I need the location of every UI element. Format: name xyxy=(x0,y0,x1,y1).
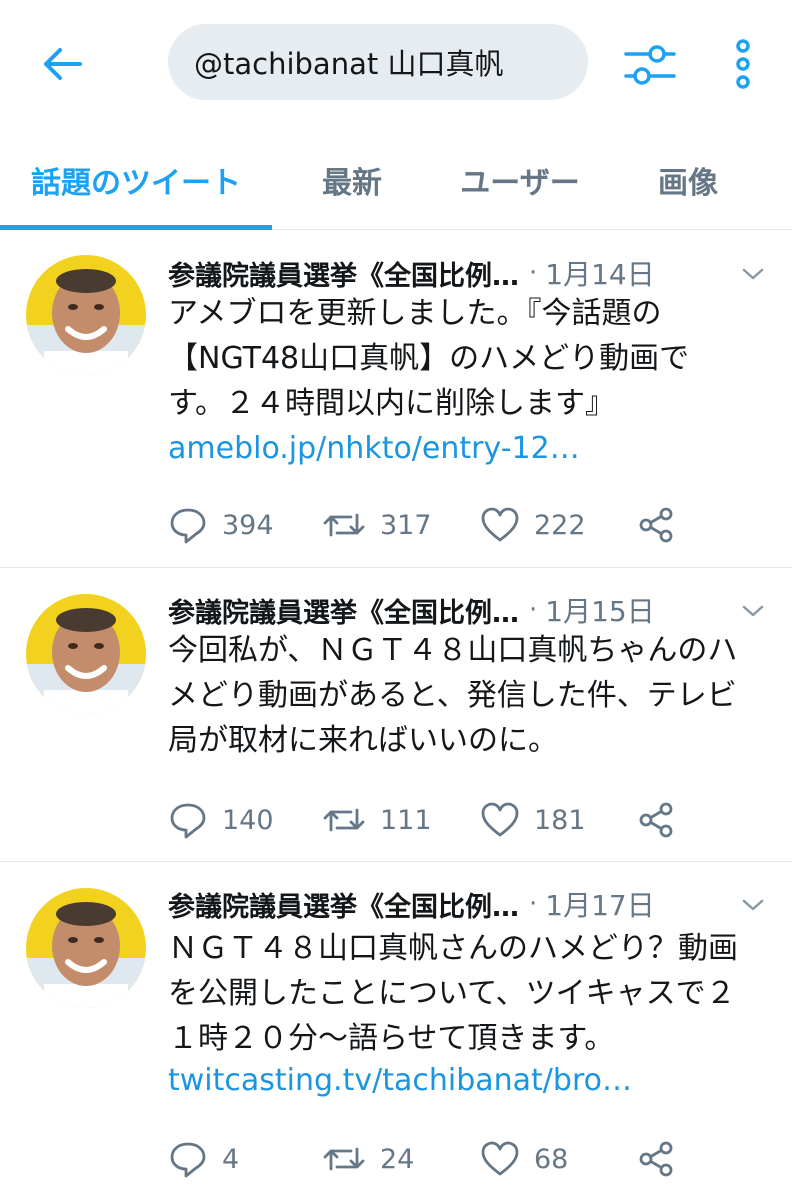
tweet-text-line: アメブロを更新しました。『今話題の xyxy=(168,296,662,331)
retweet-count: 111 xyxy=(380,804,432,836)
reply-count: 394 xyxy=(222,509,274,541)
tweet-text-line: 今回私が、ＮＧＴ４８山口真帆ちゃんのハ xyxy=(168,633,738,668)
back-button[interactable] xyxy=(36,38,88,90)
reply-icon xyxy=(170,508,206,544)
tweet-text: ＮＧＴ４８山口真帆さんのハメどり？動画 を公開したことについて、ツイキャスで２ … xyxy=(168,926,768,1061)
tweet-date[interactable]: 1月14日 xyxy=(545,253,654,293)
retweet-count: 317 xyxy=(380,509,432,541)
share-button[interactable] xyxy=(634,798,678,842)
arrow-left-icon xyxy=(44,48,82,80)
retweet-icon xyxy=(323,808,365,832)
profile-photo-icon xyxy=(26,594,146,714)
separator-dot: · xyxy=(529,889,538,919)
tweet-header: 参議院議員選挙《全国比例… · 1月17日 xyxy=(168,884,768,924)
reply-button[interactable]: 140 xyxy=(168,798,274,842)
tweet-text-line: す。２４時間以内に削除します』 xyxy=(168,386,615,421)
reply-count: 4 xyxy=(222,1143,240,1175)
reply-count: 140 xyxy=(222,804,274,836)
sliders-icon xyxy=(624,45,676,85)
like-button[interactable]: 68 xyxy=(480,1137,568,1181)
tweet[interactable]: 参議院議員選挙《全国比例… · 1月14日 アメブロを更新しました。『今話題の … xyxy=(0,231,792,568)
author-name[interactable]: 参議院議員選挙《全国比例… xyxy=(168,254,519,293)
tab-users[interactable]: ユーザー xyxy=(440,130,600,230)
chevron-down-icon xyxy=(742,268,764,280)
search-input[interactable]: @tachibanat 山口真帆 xyxy=(168,24,588,100)
more-options-button[interactable] xyxy=(722,34,764,94)
top-bar: @tachibanat 山口真帆 xyxy=(0,0,792,130)
search-filter-button[interactable] xyxy=(620,36,680,92)
like-count: 181 xyxy=(534,804,586,836)
tweet-link[interactable]: ameblo.jp/nhkto/entry-12… xyxy=(168,426,580,471)
tweet-link[interactable]: twitcasting.tv/tachibanat/bro… xyxy=(168,1058,632,1103)
author-name[interactable]: 参議院議員選挙《全国比例… xyxy=(168,591,519,630)
tweet-header: 参議院議員選挙《全国比例… · 1月14日 xyxy=(168,253,768,293)
tweet-date[interactable]: 1月17日 xyxy=(545,884,654,924)
avatar[interactable] xyxy=(26,255,146,375)
tweet-text-line: 局が取材に来ればいいのに。 xyxy=(168,723,558,758)
tweet-header: 参議院議員選挙《全国比例… · 1月15日 xyxy=(168,590,768,630)
separator-dot: · xyxy=(529,258,538,288)
heart-icon xyxy=(481,1141,519,1176)
search-tabs: 話題のツイート 最新 ユーザー 画像 xyxy=(0,130,792,230)
reply-icon xyxy=(170,1142,206,1178)
tweet-menu-button[interactable] xyxy=(738,259,768,289)
tab-images[interactable]: 画像 xyxy=(640,130,736,230)
profile-photo-icon xyxy=(26,255,146,375)
separator-dot: · xyxy=(529,595,538,625)
share-icon xyxy=(639,507,673,543)
heart-icon xyxy=(481,802,519,837)
reply-button[interactable]: 394 xyxy=(168,503,274,547)
tweet-text-line: を公開したことについて、ツイキャスで２ xyxy=(168,976,736,1011)
tweet[interactable]: 参議院議員選挙《全国比例… · 1月17日 ＮＧＴ４８山口真帆さんのハメどり？動… xyxy=(0,862,792,1200)
share-button[interactable] xyxy=(634,503,678,547)
reply-button[interactable]: 4 xyxy=(168,1137,239,1181)
tab-top-tweets[interactable]: 話題のツイート xyxy=(0,130,272,230)
heart-icon xyxy=(481,507,519,542)
active-tab-indicator xyxy=(0,225,272,230)
retweet-icon xyxy=(323,1147,365,1171)
more-vertical-icon xyxy=(736,39,750,89)
tweet[interactable]: 参議院議員選挙《全国比例… · 1月15日 今回私が、ＮＧＴ４８山口真帆ちゃんの… xyxy=(0,568,792,862)
like-button[interactable]: 222 xyxy=(480,503,586,547)
tweet-menu-button[interactable] xyxy=(738,890,768,920)
share-icon xyxy=(639,802,673,838)
like-button[interactable]: 181 xyxy=(480,798,586,842)
retweet-button[interactable]: 24 xyxy=(322,1137,414,1181)
tweet-text-line: ＮＧＴ４８山口真帆さんのハメどり？動画 xyxy=(168,931,738,966)
tweet-menu-button[interactable] xyxy=(738,596,768,626)
avatar[interactable] xyxy=(26,888,146,1008)
chevron-down-icon xyxy=(742,605,764,617)
retweet-button[interactable]: 111 xyxy=(322,798,432,842)
retweet-button[interactable]: 317 xyxy=(322,503,432,547)
share-icon xyxy=(639,1141,673,1177)
tweet-date[interactable]: 1月15日 xyxy=(545,590,654,630)
share-button[interactable] xyxy=(634,1137,678,1181)
reply-icon xyxy=(170,803,206,839)
profile-photo-icon xyxy=(26,888,146,1008)
like-count: 222 xyxy=(534,509,586,541)
tweet-text-line: 【NGT48山口真帆】のハメどり動画で xyxy=(168,341,690,376)
retweet-icon xyxy=(323,513,365,537)
avatar[interactable] xyxy=(26,594,146,714)
tweet-text-line: メどり動画があると、発信した件、テレビ xyxy=(168,678,737,713)
chevron-down-icon xyxy=(742,899,764,911)
tweet-text: アメブロを更新しました。『今話題の 【NGT48山口真帆】のハメどり動画で す。… xyxy=(168,291,768,426)
retweet-count: 24 xyxy=(380,1143,415,1175)
tweet-text-line: １時２０分～語らせて頂きます。 xyxy=(168,1021,615,1056)
like-count: 68 xyxy=(534,1143,569,1175)
tab-latest[interactable]: 最新 xyxy=(292,130,412,230)
author-name[interactable]: 参議院議員選挙《全国比例… xyxy=(168,885,519,924)
tweet-text: 今回私が、ＮＧＴ４８山口真帆ちゃんのハ メどり動画があると、発信した件、テレビ … xyxy=(168,628,768,763)
